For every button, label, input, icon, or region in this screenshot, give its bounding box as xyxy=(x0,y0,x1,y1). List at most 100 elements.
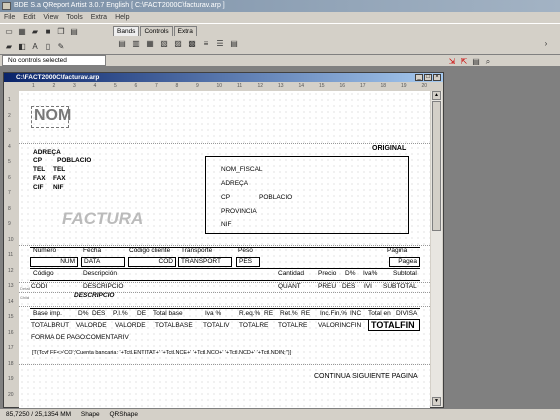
val-valorincfin[interactable]: VALORINCFIN xyxy=(318,322,361,330)
tab-bands[interactable]: Bands xyxy=(113,26,140,36)
field-pes[interactable]: PES xyxy=(236,257,260,267)
hdr-fecha[interactable]: Fecha xyxy=(83,247,101,255)
band-group-icon[interactable]: ▧ xyxy=(158,38,170,49)
tot-total-base[interactable]: Total base xyxy=(153,310,183,318)
menu-edit[interactable]: Edit xyxy=(19,12,39,23)
tot-divisa[interactable]: DIVISA xyxy=(396,310,417,318)
band-detail-icon[interactable]: ▦ xyxy=(144,38,156,49)
field-transport[interactable]: TRANSPORT xyxy=(178,257,232,267)
fax-value[interactable]: FAX xyxy=(53,175,66,183)
original-label[interactable]: ORIGINAL xyxy=(372,145,406,153)
bank-expression[interactable]: [T(Tcvf FF<>'CO';'Cuenta bancaria: '+Tct… xyxy=(32,349,291,357)
cp-label[interactable]: CP xyxy=(33,157,42,165)
val-valorde1[interactable]: VALORDE xyxy=(76,322,107,330)
child-descripcio[interactable]: DESCRIPCIO xyxy=(74,292,114,300)
tab-extra[interactable]: Extra xyxy=(173,26,197,36)
fax-label[interactable]: FAX xyxy=(33,175,46,183)
detail-preu[interactable]: PREU xyxy=(318,283,336,291)
hdr-numero[interactable]: Número xyxy=(33,247,56,255)
new-file-icon[interactable]: ▭ xyxy=(3,26,15,37)
hdr-descripcion[interactable]: Descripción xyxy=(83,270,117,278)
band-header-icon[interactable]: ▥ xyxy=(130,38,142,49)
val-totalre2[interactable]: TOTALRE xyxy=(278,322,307,330)
tot-total-en[interactable]: Total en xyxy=(368,310,391,318)
hdr-subtotal[interactable]: Subtotal xyxy=(393,270,417,278)
tot-de[interactable]: DE xyxy=(137,310,146,318)
addr-provincia[interactable]: PROVINCIA xyxy=(221,208,257,216)
menu-extra[interactable]: Extra xyxy=(87,12,111,23)
hdr-precio[interactable]: Precio xyxy=(318,270,336,278)
tot-des[interactable]: DES xyxy=(92,310,105,318)
continua-label[interactable]: CONTINUA SIGUIENTE PAGINA xyxy=(314,373,418,381)
tot-inc[interactable]: INC xyxy=(350,310,361,318)
band-page-icon[interactable]: ▤ xyxy=(228,38,240,49)
hdr-codigo[interactable]: Código xyxy=(33,270,54,278)
band-subdetail-icon[interactable]: ☰ xyxy=(214,38,226,49)
hdr-transporte[interactable]: Transporte xyxy=(181,247,212,255)
hdr-peso[interactable]: Peso xyxy=(238,247,253,255)
scroll-down-icon[interactable]: ▼ xyxy=(432,397,441,406)
detail-ivi[interactable]: IVI xyxy=(364,283,372,291)
val-totalfin[interactable]: TOTALFIN xyxy=(368,319,420,331)
addr-nom-fiscal[interactable]: NOM_FISCAL xyxy=(221,166,263,174)
field-num[interactable]: NUM xyxy=(30,257,78,267)
scroll-up-icon[interactable]: ▲ xyxy=(432,91,441,100)
cif-label[interactable]: CIF xyxy=(33,184,43,192)
detail-descripcio[interactable]: DESCRIPCIO xyxy=(83,283,123,291)
detail-des[interactable]: DES xyxy=(342,283,355,291)
tot-inc-fin-pct[interactable]: Inc.Fin.% xyxy=(320,310,347,318)
detail-subtotal[interactable]: SUBTOTAL xyxy=(383,283,417,291)
page-icon[interactable]: ▯ xyxy=(42,41,54,52)
adreca-label[interactable]: ADREÇA xyxy=(33,149,61,157)
tot-dto-pct[interactable]: D% xyxy=(78,310,88,318)
factura-title[interactable]: FACTURA xyxy=(62,210,143,228)
nif-value[interactable]: NIF xyxy=(53,184,63,192)
hdr-pagina[interactable]: Página xyxy=(387,247,407,255)
layers-icon[interactable]: ◧ xyxy=(16,41,28,52)
scroll-right-icon[interactable]: › xyxy=(540,38,552,49)
menu-tools[interactable]: Tools xyxy=(62,12,86,23)
tot-re2[interactable]: RE xyxy=(301,310,310,318)
preview-icon[interactable]: ▤ xyxy=(68,26,80,37)
menu-file[interactable]: File xyxy=(0,12,19,23)
val-totalre1[interactable]: TOTALRE xyxy=(239,322,268,330)
tot-base-imp[interactable]: Base imp. xyxy=(33,310,62,318)
scroll-thumb[interactable] xyxy=(432,101,441,231)
tot-ret-pct[interactable]: Ret.% xyxy=(280,310,298,318)
val-valorde2[interactable]: VALORDE xyxy=(115,322,146,330)
menu-view[interactable]: View xyxy=(39,12,62,23)
tot-pi-pct[interactable]: P.I.% xyxy=(113,310,128,318)
val-totalbrut[interactable]: TOTALBRUT xyxy=(31,322,69,330)
menu-help[interactable]: Help xyxy=(111,12,133,23)
text-icon[interactable]: A xyxy=(29,41,41,52)
hdr-dto[interactable]: D% xyxy=(345,270,355,278)
folder-icon[interactable]: ▰ xyxy=(3,41,15,52)
addr-cp[interactable]: CP xyxy=(221,194,230,202)
field-data[interactable]: DATA xyxy=(81,257,125,267)
tel-label[interactable]: TEL xyxy=(33,166,45,174)
tel-value[interactable]: TEL xyxy=(53,166,65,174)
minimize-button[interactable]: _ xyxy=(415,74,423,81)
band-summary-icon[interactable]: ≡ xyxy=(200,38,212,49)
close-button[interactable]: × xyxy=(433,74,441,81)
detail-codi[interactable]: CODI xyxy=(31,283,47,291)
val-totalbase[interactable]: TOTALBASE xyxy=(155,322,193,330)
addr-adreca[interactable]: ADREÇA xyxy=(221,180,248,188)
pencil-icon[interactable]: ✎ xyxy=(55,41,67,52)
open-folder-icon[interactable]: ▰ xyxy=(29,26,41,37)
field-pagea[interactable]: Pagea xyxy=(389,257,420,267)
hdr-iva[interactable]: Iva% xyxy=(363,270,377,278)
hdr-cantidad[interactable]: Cantidad xyxy=(278,270,304,278)
hdr-codigo-cliente[interactable]: Código cliente xyxy=(129,247,170,255)
tab-controls[interactable]: Controls xyxy=(140,26,173,36)
band-child-icon[interactable]: ▨ xyxy=(172,38,184,49)
tot-req-pct[interactable]: R.eq.% xyxy=(239,310,260,318)
vertical-scrollbar[interactable]: ▲ ▼ xyxy=(431,91,442,407)
addr-poblacio[interactable]: POBLACIO xyxy=(259,194,292,202)
tot-re[interactable]: RE xyxy=(264,310,273,318)
grid-icon[interactable]: ▦ xyxy=(16,26,28,37)
band-title-icon[interactable]: ▤ xyxy=(116,38,128,49)
detail-quant[interactable]: QUANT xyxy=(278,283,301,291)
poblacio-label[interactable]: POBLACIO xyxy=(57,157,91,165)
field-cod[interactable]: COD xyxy=(128,257,176,267)
